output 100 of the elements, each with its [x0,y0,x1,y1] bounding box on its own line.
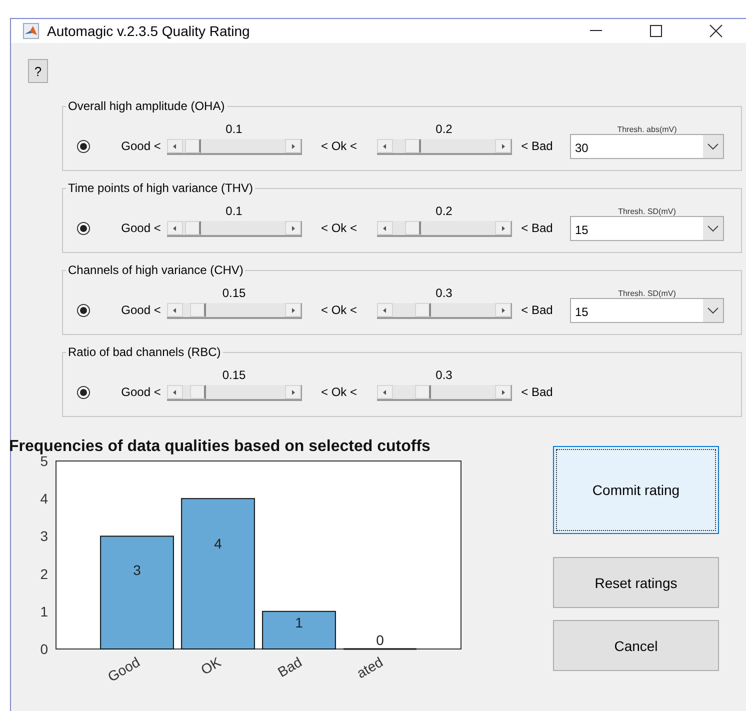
slider-thumb[interactable] [415,385,432,399]
left-arrow-button[interactable] [376,221,392,235]
right-arrow-button[interactable] [284,303,300,317]
ok-label: < Ok < [320,139,358,153]
good-label: Good < [120,139,162,153]
left-triangle-icon [172,390,176,394]
window-title: Automagic v.2.3.5 Quality Rating [47,23,251,39]
slider-value: 0.1 [226,204,242,218]
panel-title: Time points of high variance (THV) [67,181,254,195]
help-button[interactable]: ? [28,59,48,83]
slider-value: 0.2 [436,122,452,136]
threshold-caption: Thresh. abs(mV) [617,125,677,134]
x-tick-label: Bad [274,654,304,680]
radio-button[interactable] [77,386,90,399]
chart-title: Frequencies of data qualities based on selected cutoffs [9,438,430,455]
right-arrow-button[interactable] [494,303,510,317]
slider-value: 0.15 [222,286,246,300]
slider-thumb[interactable] [415,303,432,317]
right-arrow-button[interactable] [494,385,510,399]
app-logo-icon [23,23,39,39]
minimize-icon [590,30,602,32]
ok-label: < Ok < [320,385,358,399]
right-triangle-icon [500,144,504,148]
action-button[interactable]: Cancel [553,620,719,671]
slider[interactable] [376,221,512,237]
y-tick-label: 3 [40,528,48,544]
left-arrow-button[interactable] [166,221,182,235]
bad-label: < Bad [520,221,554,235]
chevron-down-icon [703,217,723,240]
slider[interactable] [376,303,512,319]
ok-label: < Ok < [320,221,358,235]
chevron-down-icon [703,299,723,322]
right-arrow-button[interactable] [494,139,510,153]
left-arrow-button[interactable] [166,139,182,153]
slider[interactable] [166,139,302,155]
y-tick-label: 1 [40,603,48,620]
action-button[interactable]: Commit rating [553,446,719,534]
bad-label: < Bad [520,139,554,153]
left-arrow-button[interactable] [166,385,182,399]
left-triangle-icon [172,308,176,312]
slider-value: 0.3 [436,368,452,382]
radio-button[interactable] [77,222,90,235]
left-arrow-button[interactable] [166,303,182,317]
slider-value: 0.15 [222,368,246,382]
right-arrow-button[interactable] [494,221,510,235]
threshold-caption: Thresh. SD(mV) [618,207,676,216]
right-arrow-button[interactable] [284,385,300,399]
right-arrow-button[interactable] [284,221,300,235]
y-tick-label: 2 [40,566,48,582]
close-icon [709,24,723,38]
right-triangle-icon [290,226,294,230]
left-arrow-button[interactable] [376,385,392,399]
left-triangle-icon [172,144,176,148]
right-triangle-icon [500,390,504,394]
good-label: Good < [120,385,162,399]
right-arrow-button[interactable] [284,139,300,153]
bad-label: < Bad [520,385,554,399]
threshold-dropdown[interactable]: 15 [570,216,724,241]
slider-thumb[interactable] [190,303,206,317]
slider-thumb[interactable] [184,221,201,235]
slider[interactable] [376,385,512,401]
threshold-dropdown[interactable]: 15 [570,298,724,323]
right-triangle-icon [290,308,294,312]
slider[interactable] [166,221,302,237]
action-button[interactable]: Reset ratings [553,557,719,608]
slider-thumb[interactable] [404,139,421,153]
y-tick-label: 5 [40,453,48,469]
right-triangle-icon [290,144,294,148]
maximize-icon [650,25,662,37]
slider[interactable] [166,303,302,319]
slider[interactable] [166,385,302,401]
slider[interactable] [376,139,512,155]
left-triangle-icon [382,308,386,312]
slider-thumb[interactable] [404,221,421,235]
right-triangle-icon [290,390,294,394]
panel-title: Overall high amplitude (OHA) [67,99,226,113]
panel-title: Ratio of bad channels (RBC) [67,345,222,359]
radio-button[interactable] [77,304,90,317]
left-triangle-icon [382,144,386,148]
bar-value-label: 1 [295,614,303,631]
left-arrow-button[interactable] [376,303,392,317]
x-tick-label: OK [198,654,224,678]
chevron-down-icon [703,135,723,158]
y-tick-label: 4 [40,490,48,507]
left-arrow-button[interactable] [376,139,392,153]
threshold-caption: Thresh. SD(mV) [618,289,676,298]
right-triangle-icon [500,226,504,230]
slider-thumb[interactable] [190,385,206,399]
y-tick-label: 0 [40,641,48,657]
x-tick-label: ated [354,654,386,682]
bar-value-label: 4 [214,536,222,552]
left-triangle-icon [382,390,386,394]
threshold-dropdown[interactable]: 30 [570,134,724,159]
radio-button[interactable] [77,140,90,153]
good-label: Good < [120,303,162,317]
right-triangle-icon [500,308,504,312]
slider-thumb[interactable] [184,139,201,153]
left-triangle-icon [172,226,176,230]
panel-title: Channels of high variance (CHV) [67,263,244,277]
bad-label: < Bad [520,303,554,317]
